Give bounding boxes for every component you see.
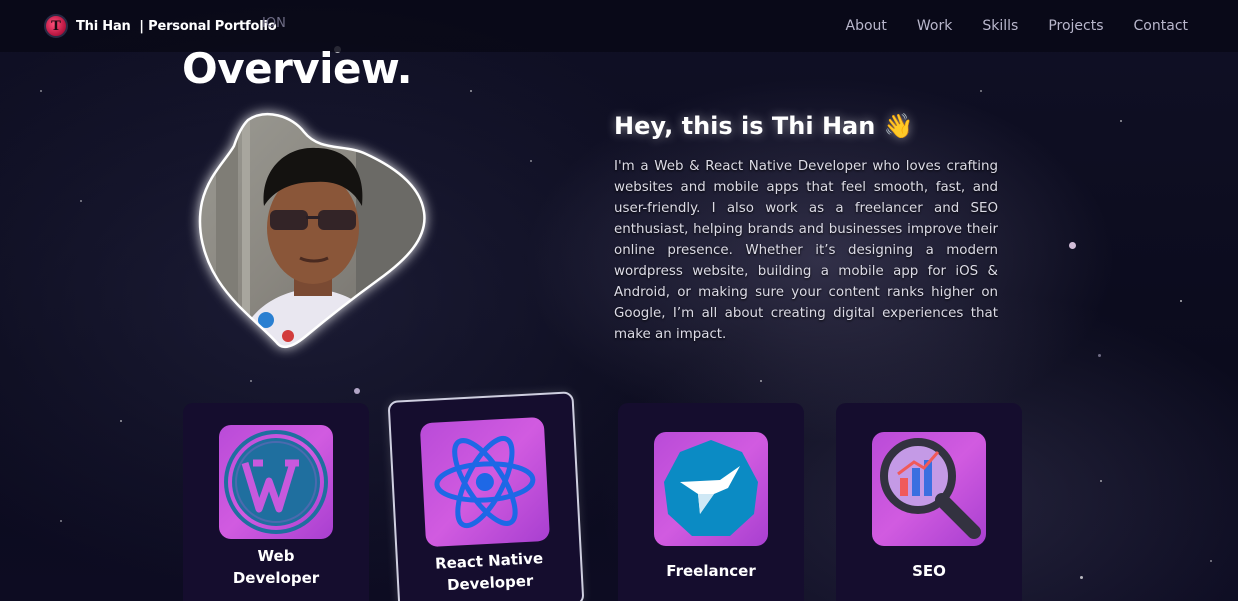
nav-link-about[interactable]: About: [846, 18, 887, 34]
seo-magnifier-icon: [872, 432, 986, 546]
nav-links: About Work Skills Projects Contact: [846, 18, 1189, 34]
card-label: Web Developer: [232, 547, 320, 587]
service-card-seo[interactable]: SEO: [836, 403, 1022, 601]
section-title: Overview.: [182, 44, 413, 93]
card-label: Freelancer: [666, 562, 756, 580]
service-card-freelancer[interactable]: Freelancer: [618, 403, 804, 601]
nav-link-work[interactable]: Work: [917, 18, 952, 34]
brand[interactable]: T Thi Han | Personal Portfolio: [44, 14, 277, 38]
nav-link-skills[interactable]: Skills: [982, 18, 1018, 34]
nav-link-contact[interactable]: Contact: [1134, 18, 1188, 34]
freelancer-icon: [654, 432, 768, 546]
greeting-heading: Hey, this is Thi Han 👋: [614, 112, 914, 140]
service-card-react-native-developer[interactable]: React Native Developer: [387, 391, 585, 601]
brand-name[interactable]: Thi Han | Personal Portfolio: [76, 19, 277, 34]
react-icon: [419, 416, 551, 548]
card-label: SEO: [912, 562, 946, 580]
section-subtitle: ION: [262, 16, 286, 31]
bio-paragraph: I'm a Web & React Native Developer who l…: [614, 159, 998, 342]
logo-icon[interactable]: T: [44, 14, 68, 38]
service-card-web-developer[interactable]: Web Developer: [183, 403, 369, 601]
wordpress-icon: [219, 425, 333, 539]
nav-link-projects[interactable]: Projects: [1048, 18, 1103, 34]
profile-photo: [196, 110, 428, 350]
card-label: React Native Developer: [434, 549, 544, 595]
